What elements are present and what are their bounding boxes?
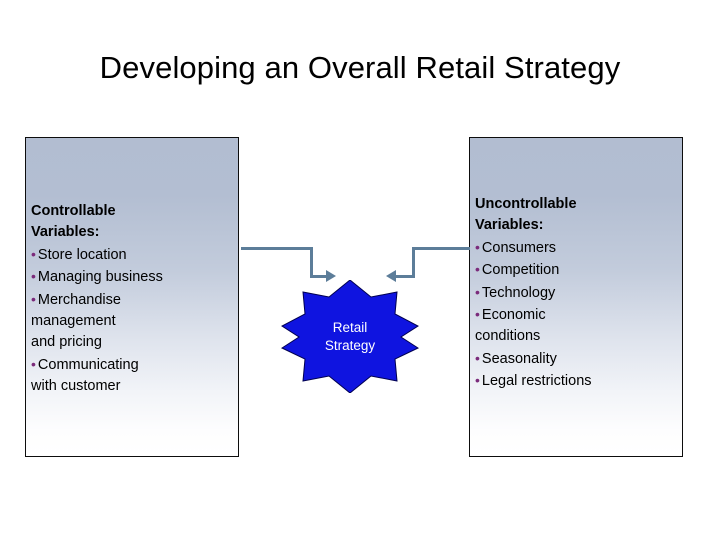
uncontrollable-heading-line-2: Variables: [475,217,544,234]
connector-right-segment-horizontal-bottom [396,275,415,278]
list-item-label: Store location [37,246,127,263]
list-item: • Economic [475,304,678,326]
bullet-icon: • [31,355,36,372]
list-item: • Communicating [31,354,234,376]
list-item-label: Seasonality [481,350,557,367]
list-item-continuation: conditions [475,328,541,345]
retail-strategy-star: Retail Strategy [279,280,421,393]
list-item: • Consumers [475,237,678,259]
list-item-label: Competition [481,262,560,279]
list-item-label: Technology [481,284,556,301]
bullet-icon: • [31,290,36,307]
list-item-continuation: management [31,313,116,330]
list-item-continuation: with customer [31,378,121,395]
controllable-variables-text: Controllable Variables: • Store location … [31,201,234,398]
list-item: • Technology [475,282,678,304]
list-item-label: Communicating [37,356,139,373]
uncontrollable-variables-text: Uncontrollable Variables: • Consumers • Co… [475,194,678,393]
list-item: • Seasonality [475,348,678,370]
list-item-label: Merchandise [37,291,121,308]
bullet-icon: • [475,372,480,389]
controllable-heading-line-1: Controllable [31,203,116,219]
slide-canvas: Developing an Overall Retail Strategy Co… [0,0,720,540]
connector-left-segment-vertical [310,247,313,278]
bullet-icon: • [475,349,480,366]
page-title: Developing an Overall Retail Strategy [99,50,621,85]
bullet-icon: • [475,283,480,300]
list-item: • Managing business [31,266,234,288]
list-item-label: Economic [481,307,546,324]
controllable-heading-line-2: Variables: [31,224,100,241]
list-item: • Competition [475,259,678,281]
list-item-label: Consumers [481,239,557,256]
list-item-label: Managing business [37,269,163,286]
bullet-icon: • [31,268,36,285]
bullet-icon: • [475,238,480,255]
bullet-icon: • [475,261,480,278]
list-item-label: Legal restrictions [481,373,592,390]
controllable-variables-box: Controllable Variables: • Store location … [25,137,239,457]
list-item: • Merchandise [31,289,234,311]
list-item: • Legal restrictions [475,370,678,392]
connector-left-segment-horizontal-top [241,247,313,250]
connector-right-segment-horizontal-top [412,247,470,250]
connector-right-segment-vertical [412,247,415,278]
eight-point-star-icon [280,280,420,393]
list-item-continuation: and pricing [31,334,102,351]
bullet-icon: • [31,245,36,262]
uncontrollable-heading-line-1: Uncontrollable [475,196,577,212]
bullet-icon: • [475,306,480,323]
list-item: • Store location [31,244,234,266]
uncontrollable-variables-box: Uncontrollable Variables: • Consumers • Co… [469,137,683,457]
